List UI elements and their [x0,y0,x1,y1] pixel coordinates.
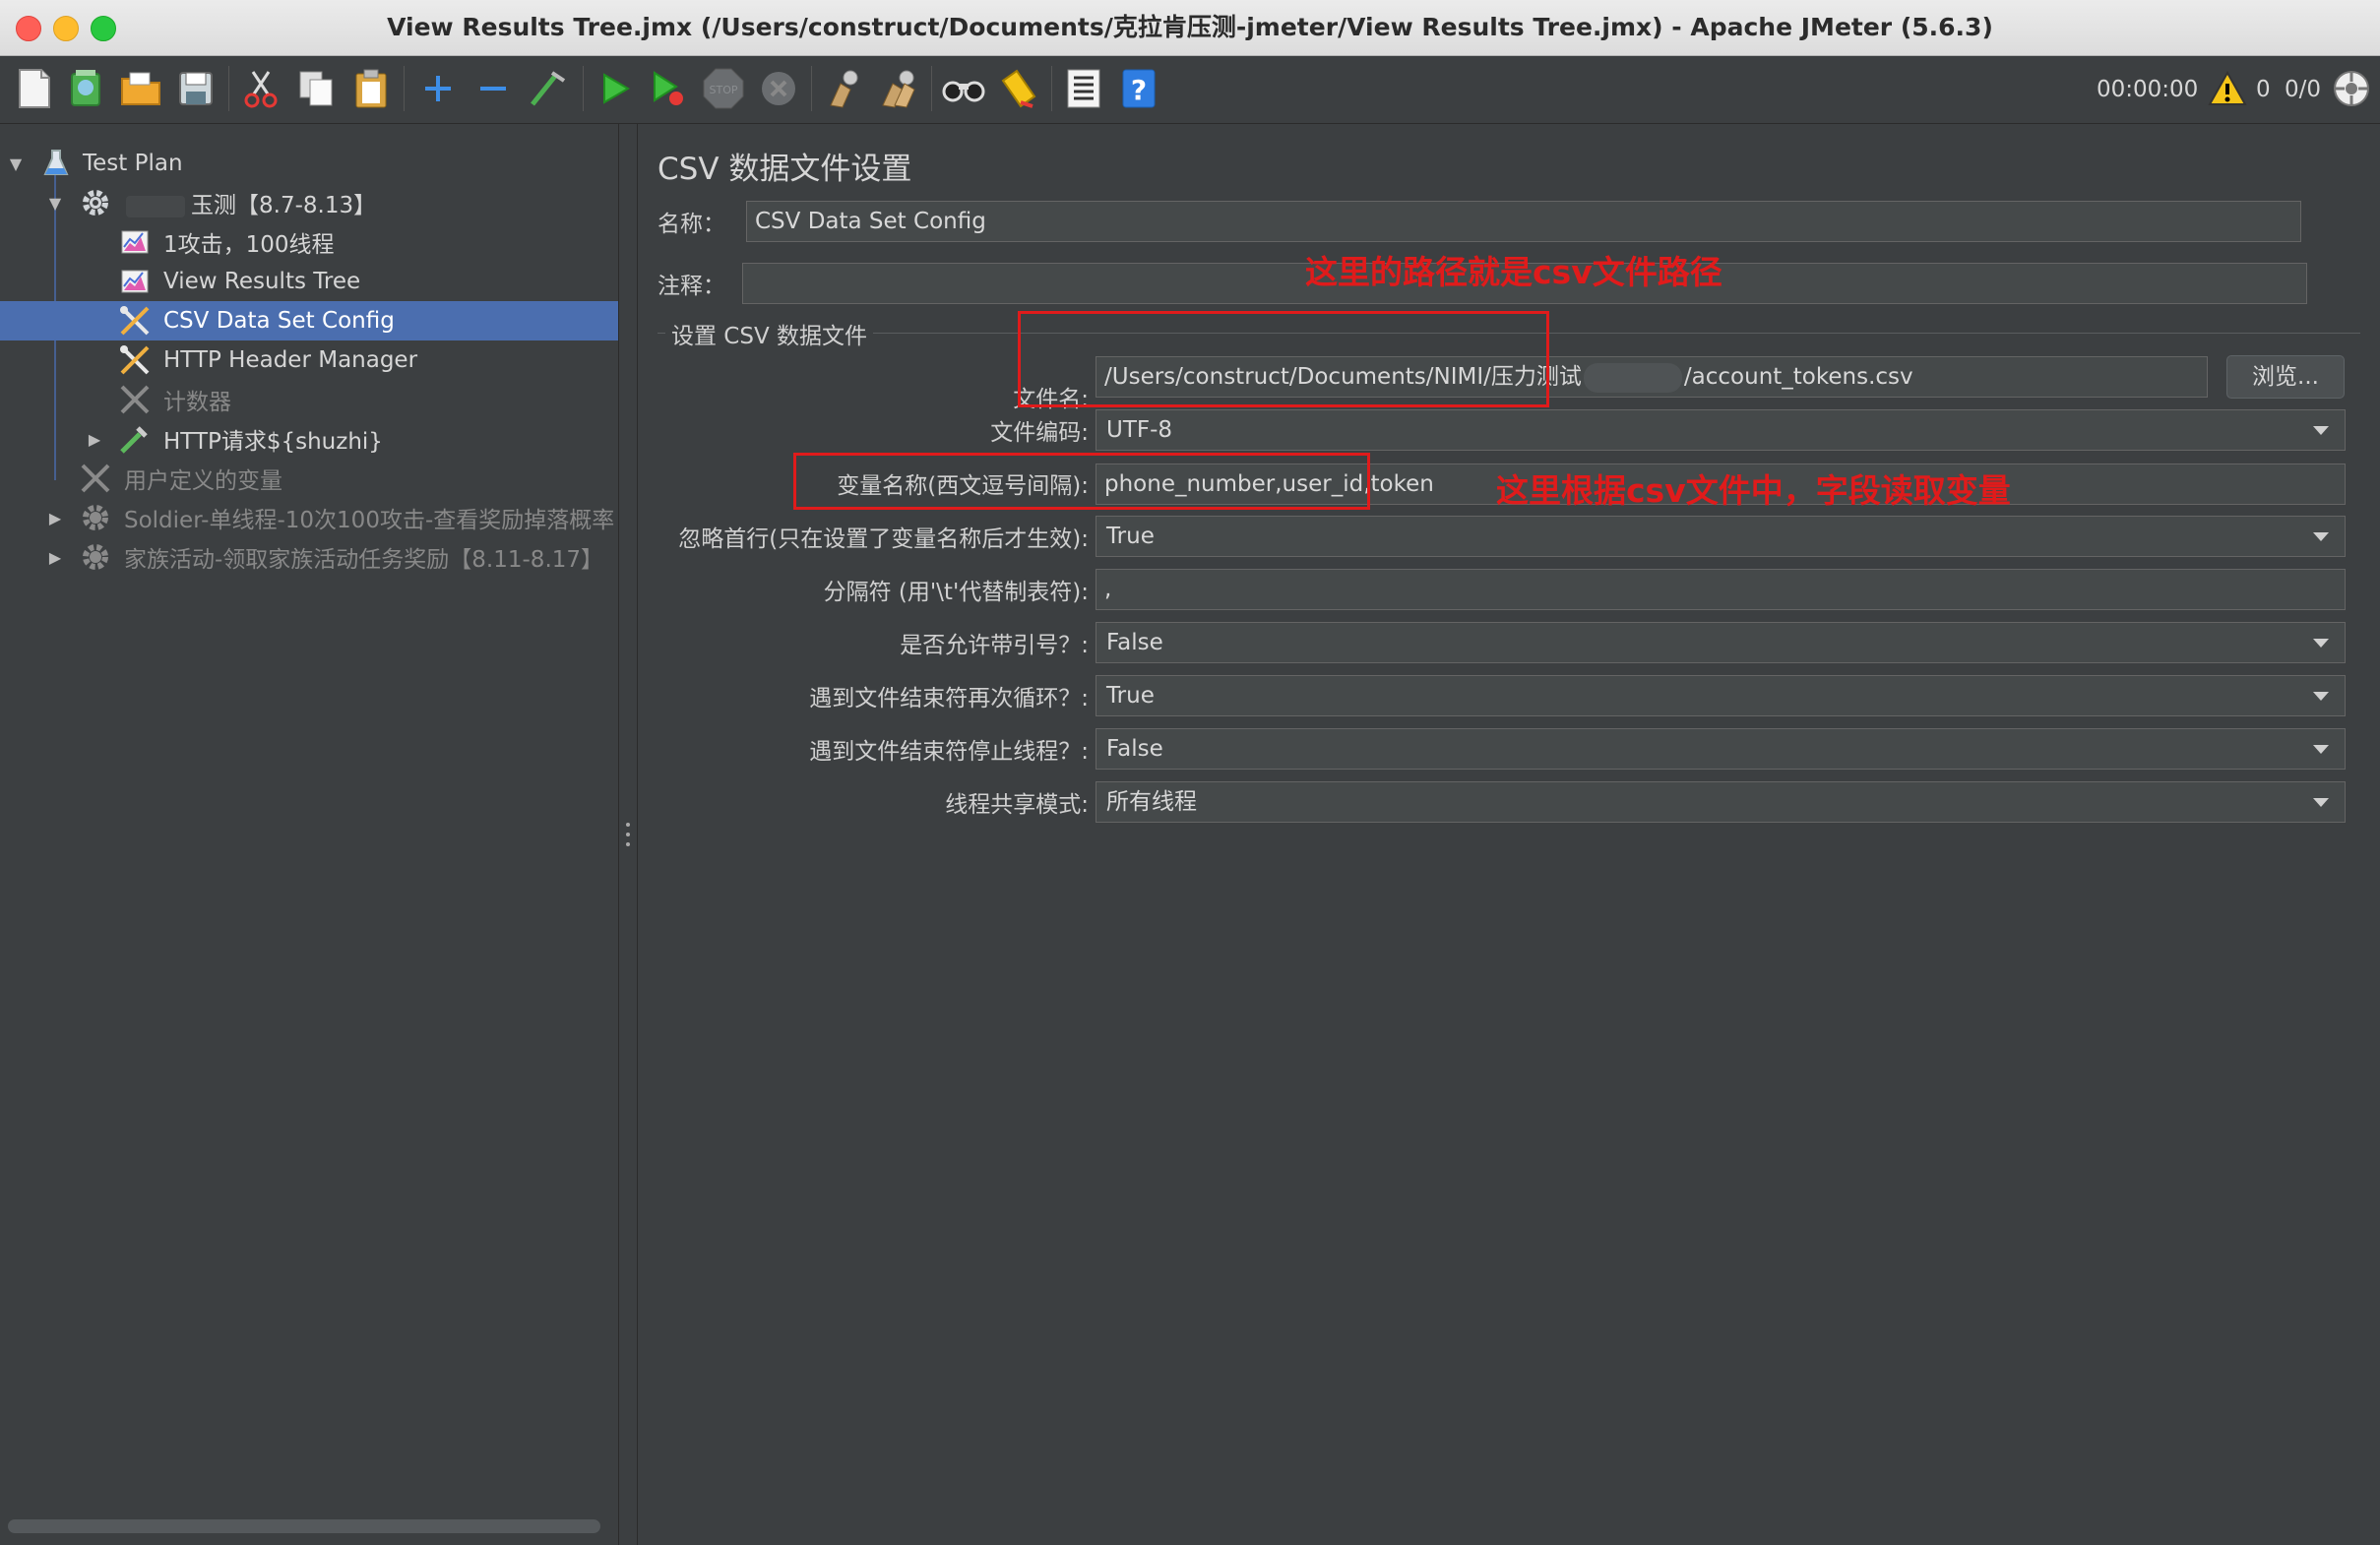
test-plan-tree: ▼ Test Plan ▼ 玉测【8.7-8.13】 1攻击，100线程 Vie… [0,124,619,1545]
active-threads: 0/0 [2285,77,2322,102]
tree-item-http-request[interactable]: ▶ HTTP请求${shuzhi} [0,419,618,459]
encoding-select[interactable]: UTF-8 [1096,409,2346,451]
group-title: 设置 CSV 数据文件 [665,317,874,350]
save-icon[interactable] [171,64,220,113]
elapsed-timer: 00:00:00 [2097,77,2199,102]
new-icon[interactable] [10,64,59,113]
graph-listener-icon [118,225,152,259]
cut-icon[interactable] [236,64,285,113]
quoted-data-select[interactable]: False [1096,622,2346,663]
comment-label: 注释： [658,274,725,299]
recycle-eof-label: 遇到文件结束符再次循环？: [809,686,1089,711]
paste-icon[interactable] [346,64,396,113]
csv-config-panel: CSV 数据文件设置 名称： 注释： 设置 CSV 数据文件 文件名: /Use… [638,124,2380,1545]
svg-text:STOP: STOP [710,84,738,96]
sharing-mode-label: 线程共享模式: [945,792,1089,818]
collapse-caret-icon[interactable]: ▼ [6,154,26,173]
stop-thread-eof-select[interactable]: False [1096,728,2346,770]
config-tools-icon [118,304,152,338]
gear-icon [79,186,112,219]
tree-horizontal-scrollbar[interactable] [8,1519,600,1533]
sampler-pipette-icon [118,422,152,456]
window-title: View Results Tree.jmx (/Users/construct/… [387,13,1993,41]
shutdown-icon[interactable] [754,64,803,113]
warning-count: 0 [2256,77,2271,102]
templates-icon[interactable] [61,64,110,113]
start-icon[interactable] [591,64,640,113]
name-label: 名称： [658,212,725,237]
path-annotation-text: 这里的路径就是csv文件路径 [1305,253,1722,291]
open-icon[interactable] [116,64,165,113]
copy-icon[interactable] [291,64,341,113]
tree-item-csv-data-set-config[interactable]: CSV Data Set Config [0,301,618,340]
delimiter-input[interactable] [1096,569,2346,610]
tree-item-user-defined-variables[interactable]: 用户定义的变量 [0,459,618,498]
search-icon[interactable] [939,64,988,113]
help-icon[interactable]: ? [1114,64,1163,113]
reset-search-icon[interactable] [994,64,1043,113]
collapse-icon[interactable] [469,64,518,113]
ignore-first-line-select[interactable]: True [1096,516,2346,557]
recycle-eof-select[interactable]: True [1096,675,2346,716]
encoding-label: 文件编码: [990,420,1089,446]
tree-item-thread-group[interactable]: ▼ 玉测【8.7-8.13】 [0,183,618,222]
toolbar: STOP ? 00:00:00 0 0/0 [0,56,2380,124]
expand-caret-icon[interactable]: ▶ [45,547,65,567]
collapse-caret-icon[interactable]: ▼ [45,193,65,213]
stop-icon[interactable]: STOP [699,64,748,113]
clear-icon[interactable] [819,64,868,113]
stop-thread-eof-label: 遇到文件结束符停止线程？: [809,739,1089,765]
warning-icon[interactable] [2203,64,2252,113]
tree-item-listener-1[interactable]: 1攻击，100线程 [0,222,618,262]
clear-all-icon[interactable] [874,64,923,113]
svg-text:?: ? [1131,74,1147,106]
browse-button[interactable]: 浏览... [2226,355,2345,399]
tree-item-view-results-tree[interactable]: View Results Tree [0,262,618,301]
sharing-mode-select[interactable]: 所有线程 [1096,781,2346,823]
tree-item-http-header-manager[interactable]: HTTP Header Manager [0,340,618,380]
gear-icon [79,501,112,534]
graph-listener-icon [118,265,152,298]
tree-item-counter[interactable]: 计数器 [0,380,618,419]
tree-item-soldier-thread-group[interactable]: ▶ Soldier-单线程-10次100攻击-查看奖励掉落概率 [0,498,618,537]
config-tools-icon [118,343,152,377]
expand-caret-icon[interactable]: ▶ [85,429,104,449]
delimiter-label: 分隔符 (用'\t'代替制表符): [823,580,1089,605]
tree-item-test-plan[interactable]: ▼ Test Plan [0,144,618,183]
expand-icon[interactable] [413,64,463,113]
flask-icon [39,147,73,180]
quoted-data-label: 是否允许带引号？: [900,633,1089,658]
remote-status-icon [2327,64,2376,113]
varnames-annotation-box [793,453,1370,510]
pane-splitter[interactable] [619,124,638,1545]
config-tools-icon [79,462,112,495]
title-bar: View Results Tree.jmx (/Users/construct/… [0,0,2380,56]
ignore-first-line-label: 忽略首行(只在设置了变量名称后才生效): [678,526,1089,552]
start-no-pause-icon[interactable] [644,64,693,113]
toggle-icon[interactable] [524,64,573,113]
name-input[interactable] [746,201,2301,242]
gear-icon [79,540,112,574]
expand-caret-icon[interactable]: ▶ [45,508,65,527]
config-tools-icon [118,383,152,416]
path-annotation-box [1018,311,1549,407]
panel-title: CSV 数据文件设置 [658,152,912,187]
function-helper-icon[interactable] [1059,64,1108,113]
varnames-annotation-text: 这里根据csv文件中，字段读取变量 [1496,471,2011,510]
tree-item-family-thread-group[interactable]: ▶ 家族活动-领取家族活动任务奖励【8.11-8.17】 [0,537,618,577]
